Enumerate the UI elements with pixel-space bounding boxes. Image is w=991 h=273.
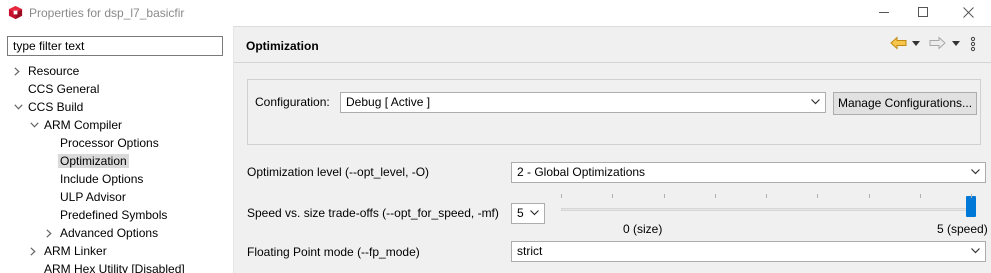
tree-item-arm-compiler[interactable]: ARM Compiler: [30, 116, 123, 134]
properties-page: Optimization Configuration: Debug [Acti…: [234, 26, 991, 273]
tree-item-label: Predefined Symbols: [60, 208, 168, 222]
tree-item-label: Resource: [28, 64, 80, 78]
tree-item-processor-options[interactable]: Processor Options: [60, 134, 159, 152]
slider-tick: [971, 194, 972, 198]
opt-level-label: Optimization level (--opt_level, -O): [247, 165, 430, 179]
configuration-select[interactable]: Debug [ Active ]: [340, 92, 826, 113]
configuration-value: Debug [ Active ]: [346, 95, 431, 109]
window-title: Properties for dsp_l7_basicfir: [29, 6, 185, 20]
back-arrow-icon[interactable]: [890, 36, 908, 50]
slider-tick: [612, 194, 613, 198]
chevron-down-icon: [971, 248, 980, 254]
page-header: Optimization: [234, 27, 991, 62]
tree-item-label: CCS General: [28, 82, 100, 96]
tree-item-label: ARM Compiler: [44, 118, 123, 132]
chevron-down-icon[interactable]: [30, 116, 40, 134]
property-tree-panel: type filter text Resource CCS General CCS …: [0, 26, 233, 273]
tree-item-advanced-options[interactable]: Advanced Options: [46, 224, 159, 242]
tree-item-label: Processor Options: [60, 136, 159, 150]
speed-size-label: Speed vs. size trade-offs (--opt_for_spe…: [247, 206, 499, 220]
chevron-down-icon: [811, 99, 820, 105]
tree-item-label: CCS Build: [28, 100, 84, 114]
tree-item-label: Optimization: [58, 154, 129, 168]
tree-item-label: Include Options: [60, 172, 144, 186]
chevron-right-icon[interactable]: [30, 242, 40, 260]
title-bar: Properties for dsp_l7_basicfir: [0, 0, 991, 26]
tree-item-predefined-symbols[interactable]: Predefined Symbols: [60, 206, 167, 224]
tree-item-include-options[interactable]: Include Options: [60, 170, 143, 188]
slider-tick: [561, 194, 562, 198]
fp-mode-label: Floating Point mode (--fp_mode): [247, 245, 420, 259]
tree-item-label: ARM Linker: [44, 244, 107, 258]
fp-mode-select[interactable]: strict: [511, 241, 986, 262]
view-menu-icon[interactable]: [970, 36, 976, 52]
slider-min-label: 0 (size): [623, 222, 663, 236]
tree-item-ccs-general[interactable]: CCS General: [28, 80, 99, 98]
slider-tick: [664, 194, 665, 198]
slider-thumb[interactable]: [966, 196, 976, 217]
slider-tick: [817, 194, 818, 198]
tree-item-ccs-build[interactable]: CCS Build: [14, 98, 84, 116]
filter-input[interactable]: type filter text: [7, 36, 223, 56]
maximize-icon[interactable]: [918, 7, 928, 17]
tree-item-optimization[interactable]: Optimization: [58, 152, 129, 170]
tree-item-label: ULP Advisor: [60, 190, 126, 204]
back-dropdown-icon[interactable]: [912, 41, 920, 46]
tree-item-arm-hex-utility-disabled[interactable]: ARM Hex Utility [Disabled]: [44, 260, 185, 273]
forward-dropdown-icon[interactable]: [952, 41, 960, 46]
chevron-right-icon[interactable]: [14, 62, 24, 80]
slider-tick: [869, 194, 870, 198]
tree-item-arm-linker[interactable]: ARM Linker: [30, 242, 107, 260]
close-icon[interactable]: [963, 7, 974, 18]
slider-tick: [920, 194, 921, 198]
forward-arrow-icon[interactable]: [928, 36, 946, 50]
slider-track: [561, 208, 973, 211]
chevron-down-icon: [530, 210, 539, 216]
manage-configurations-button[interactable]: Manage Configurations...: [833, 92, 977, 115]
tree-item-label: Advanced Options: [60, 226, 159, 240]
chevron-down-icon: [971, 169, 980, 175]
minimize-icon[interactable]: [879, 12, 889, 13]
slider-tick: [715, 194, 716, 198]
chevron-right-icon[interactable]: [46, 224, 56, 242]
fp-mode-value: strict: [517, 244, 543, 258]
header-separator: [234, 62, 991, 63]
slider-max-label: 5 (speed): [937, 222, 988, 236]
slider-tick: [766, 194, 767, 198]
opt-level-value: 2 - Global Optimizations: [517, 165, 646, 179]
page-title: Optimization: [246, 39, 319, 53]
configuration-label: Configuration:: [255, 95, 330, 109]
tree-item-ulp-advisor[interactable]: ULP Advisor: [60, 188, 126, 206]
chevron-down-icon[interactable]: [14, 98, 24, 116]
speed-size-select[interactable]: 5: [511, 203, 545, 224]
configuration-group: Configuration: Debug [ Active ] Manage C…: [247, 79, 981, 145]
tree-item-label: ARM Hex Utility [Disabled]: [44, 262, 185, 273]
opt-level-select[interactable]: 2 - Global Optimizations: [511, 162, 986, 183]
speed-size-value: 5: [517, 206, 524, 220]
ccs-cube-icon: [8, 5, 23, 20]
tree-item-resource[interactable]: Resource: [14, 62, 80, 80]
